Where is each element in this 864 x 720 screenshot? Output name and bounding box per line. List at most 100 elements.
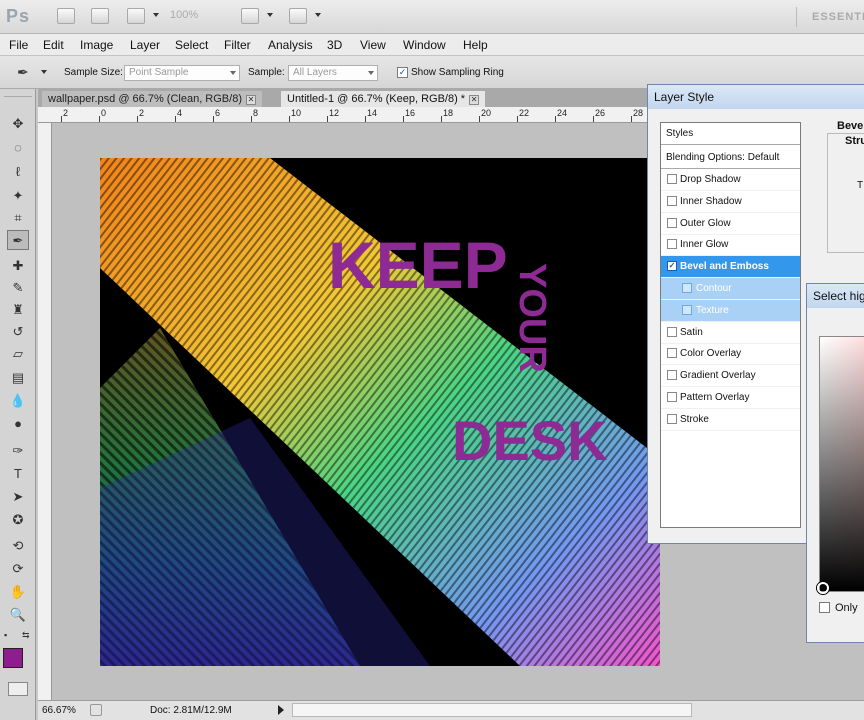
layer-style-title[interactable]: Layer Style [648,85,864,109]
healing-brush-tool-icon[interactable]: ✚ [7,256,29,276]
menu-help[interactable]: Help [463,38,488,52]
blur-tool-icon[interactable]: 💧 [7,391,29,411]
hand-tool-icon[interactable]: ✋ [7,582,29,602]
layer-style-checkbox[interactable]: ✓ [667,261,677,272]
crop-tool-icon[interactable]: ⌗ [7,208,29,228]
menu-view[interactable]: View [360,38,386,52]
brush-tool-icon[interactable]: ✎ [7,278,29,298]
workspace-switcher[interactable]: ESSENTI [812,11,864,23]
dodge-tool-icon[interactable]: ● [7,414,29,434]
color-cursor-icon[interactable] [817,582,829,594]
quick-mask-icon[interactable] [8,682,28,696]
structure-label: Stru [845,135,864,147]
type-tool-icon[interactable]: T [7,464,29,484]
menu-image[interactable]: Image [80,38,113,52]
3d-rotate-tool-icon[interactable]: ⟲ [7,536,29,556]
layer-style-item-gradient-overlay[interactable]: Gradient Overlay [661,365,800,388]
layer-style-item-satin[interactable]: Satin [661,322,800,344]
layer-style-item-stroke[interactable]: Stroke [661,409,800,431]
extras-icon[interactable] [127,8,145,24]
layer-style-checkbox[interactable] [667,195,677,206]
default-colors-icon[interactable]: ▪ [4,630,7,640]
arrange-documents-icon[interactable] [241,8,259,24]
status-zoom[interactable]: 66.67% [42,705,76,716]
toolbox-grip[interactable] [4,91,32,97]
tab-wallpaper[interactable]: wallpaper.psd @ 66.7% (Clean, RGB/8) ✕ [42,91,262,107]
ruler-tick [555,116,556,122]
foreground-color-fill [4,649,22,667]
layer-style-checkbox[interactable] [682,283,692,293]
close-icon[interactable]: ✕ [245,95,256,105]
layer-style-item-color-overlay[interactable]: Color Overlay [661,343,800,366]
foreground-color-swatch[interactable] [3,648,23,668]
menu-filter[interactable]: Filter [224,38,251,52]
path-selection-tool-icon[interactable]: ➤ [7,487,29,507]
status-icon[interactable] [90,704,102,716]
menu-edit[interactable]: Edit [43,38,64,52]
layer-style-item-contour[interactable]: Contour [661,278,800,300]
layer-style-item-outer-glow[interactable]: Outer Glow [661,213,800,235]
toolbox: ✥ ◌ ℓ ✦ ⌗ ✒ ✚ ✎ ♜ ↺ ▱ ▤ 💧 ● ✑ T ➤ ✪ ⟲ ⟳ … [0,89,36,720]
zoom-tool-icon[interactable]: 🔍 [7,605,29,625]
magic-wand-tool-icon[interactable]: ✦ [7,186,29,206]
chevron-down-icon[interactable] [267,13,273,17]
layer-style-item-texture[interactable]: Texture [661,299,800,322]
layer-style-checkbox[interactable] [667,392,677,402]
menu-file[interactable]: File [9,38,28,52]
layer-style-item-bevel-and-emboss[interactable]: ✓ Bevel and Emboss [661,256,800,279]
artwork-canvas[interactable]: KEEP YOUR DESK [100,158,660,666]
color-field[interactable] [819,336,864,592]
layer-style-checkbox[interactable] [682,304,692,315]
color-picker-title[interactable]: Select hig [807,284,864,308]
bridge-icon[interactable] [57,8,75,24]
pen-tool-icon[interactable]: ✑ [7,441,29,461]
styles-header[interactable]: Styles [661,123,800,145]
status-doc-size: Doc: 2.81M/12.9M [150,705,232,716]
3d-orbit-tool-icon[interactable]: ⟳ [7,559,29,579]
chevron-down-icon[interactable] [315,13,321,17]
mini-bridge-icon[interactable] [91,8,109,24]
only-web-colors-checkbox[interactable] [819,602,830,613]
gradient-tool-icon[interactable]: ▤ [7,368,29,388]
layer-style-item-inner-glow[interactable]: Inner Glow [661,234,800,257]
layer-style-checkbox[interactable] [667,370,677,381]
chevron-down-icon[interactable] [153,13,159,17]
menu-window[interactable]: Window [403,38,446,52]
shape-tool-icon[interactable]: ✪ [7,510,29,530]
eyedropper-icon[interactable]: ✒ [17,64,35,81]
move-tool-icon[interactable]: ✥ [7,114,29,134]
eraser-tool-icon[interactable]: ▱ [7,344,29,364]
layer-style-item-pattern-overlay[interactable]: Pattern Overlay [661,387,800,409]
ruler-tick-label: 6 [215,108,221,118]
status-menu-arrow-icon[interactable] [278,705,284,715]
screen-mode-icon[interactable] [289,8,307,24]
tab-untitled-1[interactable]: Untitled-1 @ 66.7% (Keep, RGB/8) * ✕ [281,91,486,107]
layer-style-checkbox[interactable] [667,348,677,359]
bevel-pane-title: Bevel [837,120,864,132]
chevron-down-icon[interactable] [41,70,47,74]
close-icon[interactable]: ✕ [469,95,480,105]
show-sampling-ring-checkbox[interactable]: ✓ [397,67,408,78]
layer-style-checkbox[interactable] [667,413,677,424]
menu-analysis[interactable]: Analysis [268,38,313,52]
layer-style-checkbox[interactable] [667,239,677,250]
layer-style-checkbox[interactable] [667,217,677,228]
eyedropper-tool-icon[interactable]: ✒ [7,230,29,250]
sample-size-select[interactable]: Point Sample [124,65,240,81]
swap-colors-icon[interactable]: ⇆ [22,630,30,641]
zoom-level[interactable]: 100% [170,9,226,24]
layer-style-checkbox[interactable] [667,174,677,184]
layer-style-checkbox[interactable] [667,326,677,337]
lasso-tool-icon[interactable]: ℓ [7,162,29,182]
horizontal-scrollbar[interactable] [292,703,692,717]
clone-stamp-tool-icon[interactable]: ♜ [7,300,29,320]
blending-options-item[interactable]: Blending Options: Default [661,147,800,169]
menu-layer[interactable]: Layer [130,38,160,52]
menu-select[interactable]: Select [175,38,208,52]
menu-3d[interactable]: 3D [327,38,342,52]
layer-style-item-drop-shadow[interactable]: Drop Shadow [661,169,800,191]
history-brush-tool-icon[interactable]: ↺ [7,322,29,342]
marquee-tool-icon[interactable]: ◌ [7,138,29,158]
layer-style-item-inner-shadow[interactable]: Inner Shadow [661,191,800,213]
sample-select[interactable]: All Layers [288,65,378,81]
